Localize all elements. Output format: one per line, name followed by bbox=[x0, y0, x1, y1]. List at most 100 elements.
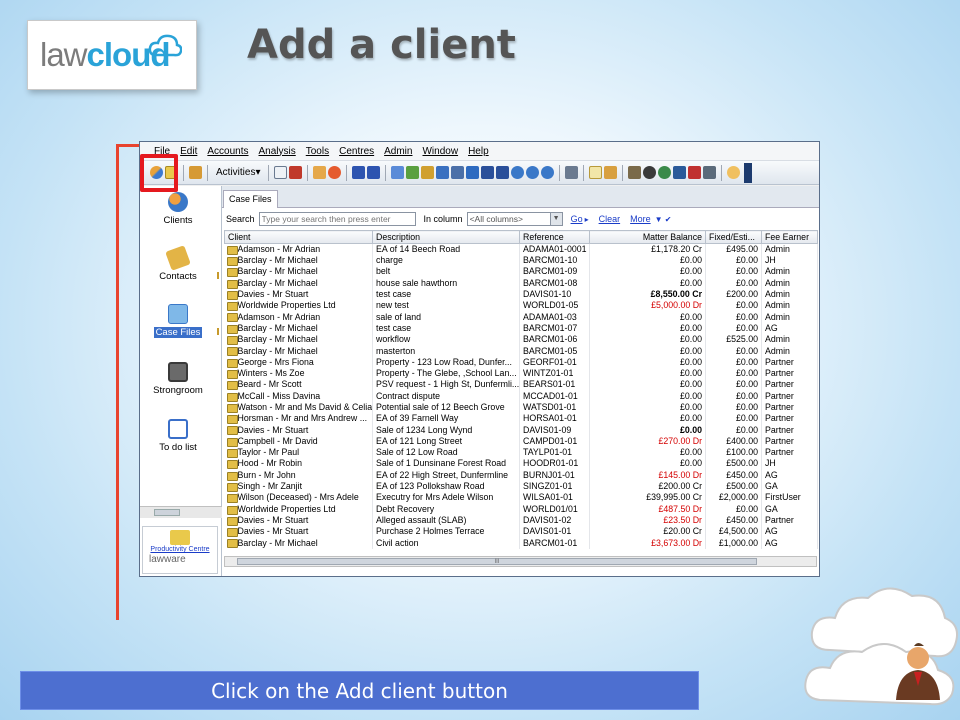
cell-description: EA of 121 Long Street bbox=[372, 435, 520, 448]
column-header-fixed-estimate[interactable]: Fixed/Esti... bbox=[705, 230, 762, 244]
sync-icon[interactable] bbox=[526, 166, 540, 179]
books-icon[interactable] bbox=[673, 166, 687, 179]
table-row[interactable]: Campbell - Mr David EA of 121 Long Street… bbox=[224, 435, 818, 448]
table-horizontal-scrollbar[interactable]: III bbox=[224, 556, 817, 567]
folder-open-icon[interactable] bbox=[313, 166, 327, 179]
more-options-icon[interactable]: ▼ ✔ bbox=[655, 215, 672, 224]
hand-icon[interactable] bbox=[727, 166, 741, 179]
table-row[interactable]: Hood - Mr Robin Sale of 1 Dunsinane Fores… bbox=[224, 458, 818, 470]
menu-edit[interactable]: Edit bbox=[180, 146, 197, 157]
menu-help[interactable]: Help bbox=[468, 146, 489, 157]
column-select[interactable]: <All columns> ▼ bbox=[466, 212, 563, 226]
refresh-icon[interactable] bbox=[511, 166, 525, 179]
table-row[interactable]: Wilson (Deceased) - Mrs Adele Executry fo… bbox=[224, 492, 818, 504]
table-row[interactable]: Davies - Mr Stuart test case DAVIS01-10 £8,… bbox=[224, 288, 818, 301]
download-icon[interactable] bbox=[367, 166, 381, 179]
search-input[interactable] bbox=[258, 212, 416, 226]
sidebar-scrollbar[interactable] bbox=[140, 506, 222, 518]
report-icon[interactable] bbox=[565, 166, 579, 179]
table-row[interactable]: Watson - Mr and Ms David & Celia Potentia… bbox=[224, 401, 818, 414]
upload-icon[interactable] bbox=[352, 166, 366, 179]
reconcile-icon[interactable] bbox=[466, 166, 480, 179]
column-header-description[interactable]: Description bbox=[372, 230, 520, 244]
package-icon[interactable] bbox=[189, 166, 202, 179]
sidebar-item-todo-list[interactable]: To do list bbox=[140, 419, 216, 453]
table-row[interactable]: Barclay - Mr Michael Civil action BARCM01-… bbox=[224, 537, 818, 549]
document-icon[interactable] bbox=[274, 166, 288, 179]
cell-matter-balance: £0.00 bbox=[589, 311, 706, 323]
scroll-thumb[interactable]: III bbox=[237, 558, 757, 565]
column-header-reference[interactable]: Reference bbox=[519, 230, 590, 244]
search-people-icon[interactable] bbox=[643, 166, 657, 179]
cell-matter-balance: £0.00 bbox=[589, 401, 706, 414]
post-icon[interactable] bbox=[391, 166, 405, 179]
productivity-centre-link[interactable]: Productivity Centre lawware bbox=[142, 526, 218, 574]
table-row[interactable]: George - Mrs Fiona Property - 123 Low Roa… bbox=[224, 356, 818, 368]
table-row[interactable]: Adamson - Mr Adrian sale of land ADAMA01-0… bbox=[224, 311, 818, 323]
table-row[interactable]: Beard - Mr Scott PSV request - 1 High St,… bbox=[224, 379, 818, 391]
menu-centres[interactable]: Centres bbox=[339, 146, 374, 157]
table-row[interactable]: Worldwide Properties Ltd Debt Recovery WOR… bbox=[224, 503, 818, 515]
cell-client: Barclay - Mr Michael bbox=[224, 334, 373, 346]
table-row[interactable]: Barclay - Mr Michael belt BARCM01-09 £0.00 £… bbox=[224, 266, 818, 278]
table-row[interactable]: Singh - Mr Zanjit EA of 123 Pollokshaw Ro… bbox=[224, 480, 818, 493]
cell-reference: BARCM01-08 bbox=[519, 277, 590, 289]
scroll-thumb[interactable] bbox=[154, 509, 180, 516]
table-row[interactable]: Worldwide Properties Ltd new test WORLD01-… bbox=[224, 300, 818, 312]
journal-icon[interactable] bbox=[436, 166, 450, 179]
column-header-client[interactable]: Client bbox=[224, 230, 373, 244]
table-row[interactable]: Horsman - Mr and Mrs Andrew ... EA of 39 … bbox=[224, 413, 818, 425]
ledger-icon[interactable] bbox=[289, 166, 303, 179]
sidebar-item-case-files[interactable]: Case Files bbox=[140, 304, 216, 338]
table-row[interactable]: McCall - Miss Davina Contract dispute MCCA… bbox=[224, 390, 818, 402]
table-row[interactable]: Davies - Mr Stuart Purchase 2 Holmes Terr… bbox=[224, 526, 818, 538]
menu-admin[interactable]: Admin bbox=[384, 146, 412, 157]
cell-client: Barclay - Mr Michael bbox=[224, 266, 373, 278]
toolbar-overflow-button[interactable] bbox=[744, 162, 753, 183]
activities-dropdown[interactable]: Activities▾ bbox=[213, 167, 263, 178]
more-link[interactable]: More bbox=[630, 214, 651, 224]
table-row[interactable]: Barclay - Mr Michael workflow BARCM01-06 £0… bbox=[224, 334, 818, 346]
globe-icon[interactable] bbox=[658, 166, 672, 179]
cell-fixed-estimate: £200.00 bbox=[705, 288, 762, 301]
edit-icon[interactable] bbox=[604, 166, 618, 179]
sidebar-item-clients[interactable]: Clients bbox=[140, 192, 216, 226]
cell-fee-earner: Partner bbox=[761, 435, 818, 448]
scales-icon[interactable] bbox=[628, 166, 642, 179]
receipt-icon[interactable] bbox=[421, 166, 435, 179]
bank-icon[interactable] bbox=[451, 166, 465, 179]
table-row[interactable]: Adamson - Mr Adrian EA of 14 Beech Road AD… bbox=[224, 243, 818, 255]
alert-icon[interactable] bbox=[328, 166, 342, 179]
table-row[interactable]: Davies - Mr Stuart Sale of 1234 Long Wynd… bbox=[224, 424, 818, 436]
table-row[interactable]: Burn - Mr John EA of 22 High Street, Dunf… bbox=[224, 469, 818, 481]
table-row[interactable]: Barclay - Mr Michael charge BARCM01-10 £0.0… bbox=[224, 255, 818, 267]
clear-link[interactable]: Clear bbox=[599, 214, 621, 224]
cell-fee-earner: JH bbox=[761, 458, 818, 470]
sidebar-item-strongroom[interactable]: Strongroom bbox=[140, 362, 216, 396]
transfer-icon[interactable] bbox=[406, 166, 420, 179]
table-row[interactable]: Taylor - Mr Paul Sale of 12 Low Road TAYLP… bbox=[224, 447, 818, 459]
undo-icon[interactable] bbox=[541, 166, 555, 179]
swap-icon[interactable] bbox=[481, 166, 495, 179]
go-link[interactable]: Go bbox=[571, 214, 583, 224]
menu-window[interactable]: Window bbox=[422, 146, 458, 157]
table-row[interactable]: Barclay - Mr Michael masterton BARCM01-05 £… bbox=[224, 345, 818, 357]
tools-icon[interactable] bbox=[703, 166, 717, 179]
table-row[interactable]: Barclay - Mr Michael house sale hawthorn B… bbox=[224, 277, 818, 289]
cell-matter-balance: £1,178.20 Cr bbox=[589, 243, 706, 255]
exchange-icon[interactable] bbox=[496, 166, 510, 179]
cell-description: Property - 123 Low Road, Dunfer... bbox=[372, 356, 520, 368]
menu-accounts[interactable]: Accounts bbox=[207, 146, 248, 157]
stamp-icon[interactable] bbox=[688, 166, 702, 179]
note-icon[interactable] bbox=[589, 166, 603, 179]
tab-case-files[interactable]: Case Files bbox=[223, 190, 278, 208]
menu-analysis[interactable]: Analysis bbox=[259, 146, 296, 157]
menu-tools[interactable]: Tools bbox=[306, 146, 329, 157]
table-row[interactable]: Winters - Ms Zoe Property - The Glebe, ,S… bbox=[224, 367, 818, 380]
table-row[interactable]: Barclay - Mr Michael test case BARCM01-07 £… bbox=[224, 322, 818, 335]
sidebar-item-contacts[interactable]: Contacts bbox=[140, 245, 216, 282]
column-header-matter-balance[interactable]: Matter Balance bbox=[589, 230, 706, 244]
column-header-fee-earner[interactable]: Fee Earner bbox=[761, 230, 818, 244]
table-row[interactable]: Davies - Mr Stuart Alleged assault (SLAB)… bbox=[224, 514, 818, 527]
cell-client: Winters - Ms Zoe bbox=[224, 367, 373, 380]
